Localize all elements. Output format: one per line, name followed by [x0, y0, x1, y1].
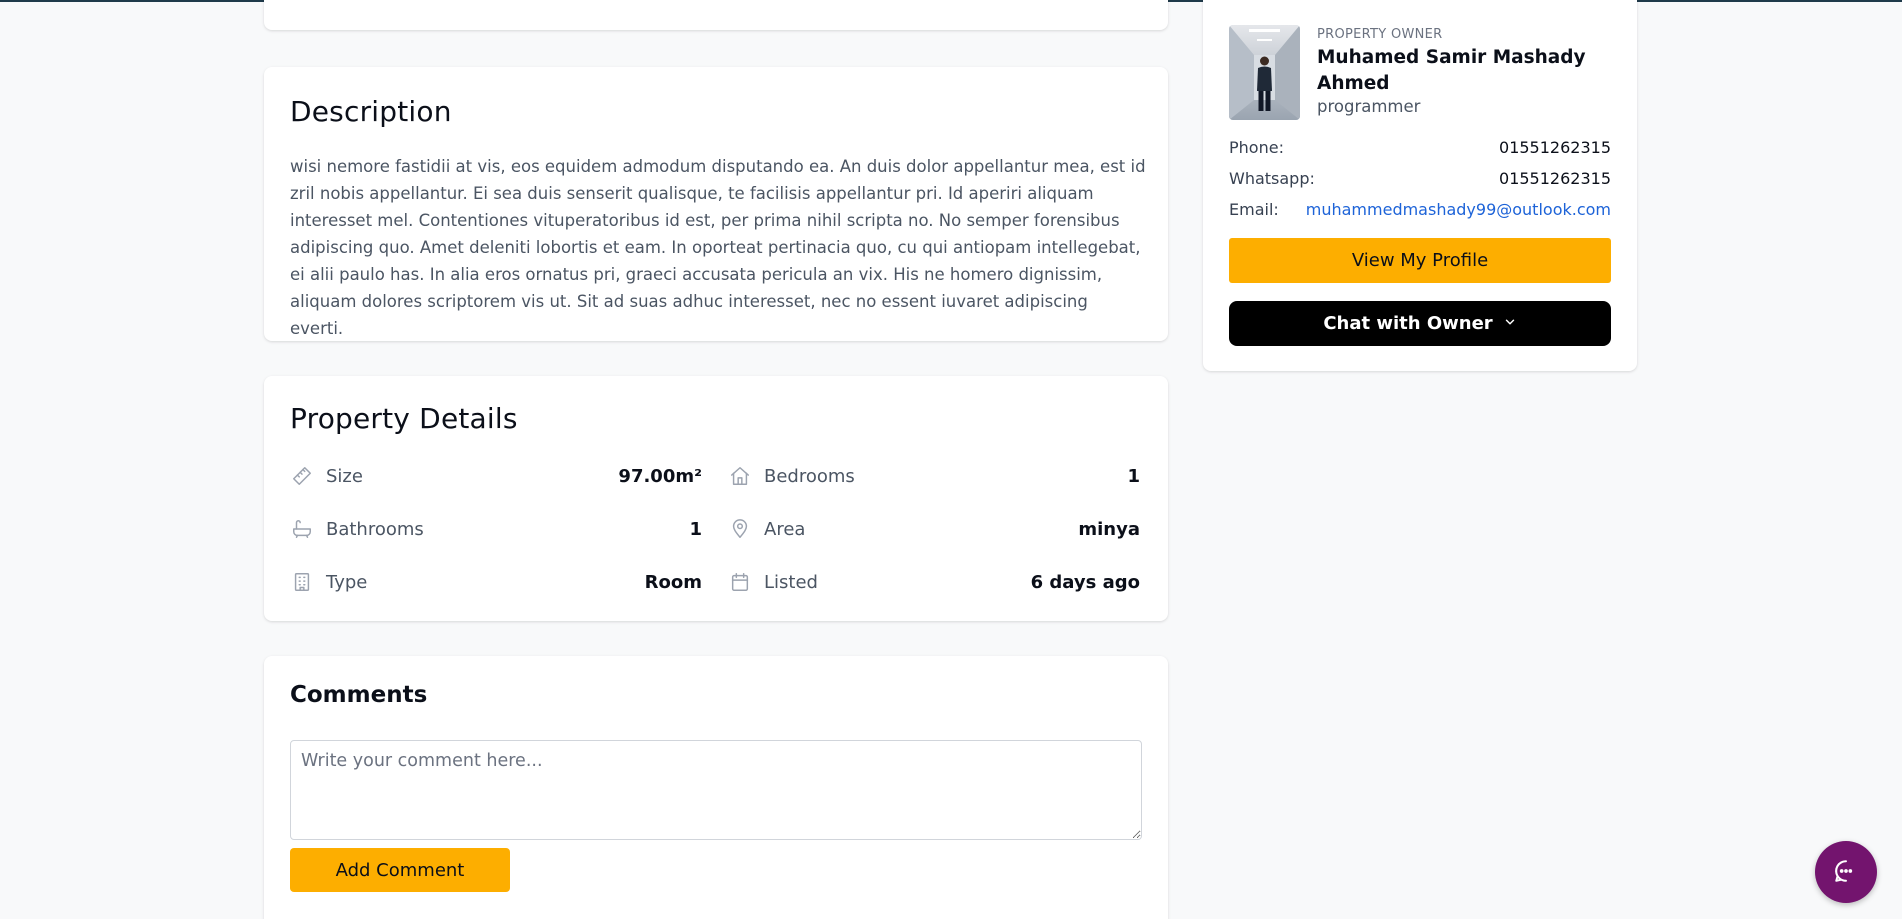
detail-bedrooms: Bedrooms 1 [728, 461, 1140, 491]
chat-button-label: Chat with Owner [1323, 313, 1493, 334]
description-title: Description [290, 95, 452, 128]
email-label: Email: [1229, 200, 1279, 219]
contact-email: Email: muhammedmashady99@outlook.com [1229, 200, 1611, 219]
detail-value: Room [644, 571, 702, 593]
calendar-icon [728, 570, 752, 594]
detail-value: 6 days ago [1030, 571, 1140, 593]
detail-value: minya [1078, 518, 1140, 540]
detail-listed: Listed 6 days ago [728, 567, 1140, 597]
ruler-icon [290, 464, 314, 488]
add-comment-button[interactable]: Add Comment [290, 848, 510, 892]
comments-title: Comments [290, 682, 428, 708]
phone-value: 01551262315 [1499, 138, 1611, 157]
email-link[interactable]: muhammedmashady99@outlook.com [1306, 200, 1611, 219]
gallery-card [264, 0, 1168, 30]
detail-type: Type Room [290, 567, 702, 597]
description-text: wisi nemore fastidii at vis, eos equidem… [290, 157, 1146, 338]
whatsapp-label: Whatsapp: [1229, 169, 1315, 188]
detail-size: Size 97.00m² [290, 461, 702, 491]
detail-area: Area minya [728, 514, 1140, 544]
chevron-down-icon [1503, 313, 1517, 334]
detail-label: Area [764, 518, 806, 540]
owner-avatar[interactable] [1229, 25, 1300, 120]
property-details-card: Property Details Size 97.00m² Bedrooms 1… [264, 376, 1168, 621]
detail-label: Type [326, 571, 368, 593]
detail-value: 97.00m² [618, 465, 702, 487]
location-pin-icon [728, 517, 752, 541]
detail-value: 1 [689, 518, 702, 540]
chat-with-owner-button[interactable]: Chat with Owner [1229, 301, 1611, 346]
detail-label: Bathrooms [326, 518, 424, 540]
view-profile-button[interactable]: View My Profile [1229, 238, 1611, 283]
description-card: Description wisi nemore fastidii at vis,… [264, 67, 1168, 341]
detail-value: 1 [1127, 465, 1140, 487]
chat-bubble-icon [1833, 858, 1859, 887]
building-icon [290, 570, 314, 594]
owner-eyebrow: PROPERTY OWNER [1317, 27, 1443, 42]
bathtub-icon [290, 517, 314, 541]
contact-phone: Phone: 01551262315 [1229, 138, 1611, 157]
detail-label: Size [326, 465, 363, 487]
chat-fab-button[interactable] [1815, 841, 1877, 903]
detail-label: Listed [764, 571, 818, 593]
detail-label: Bedrooms [764, 465, 855, 487]
comments-card: Comments Add Comment [264, 656, 1168, 919]
owner-name: Muhamed Samir Mashady Ahmed [1317, 47, 1586, 94]
phone-label: Phone: [1229, 138, 1284, 157]
comment-input[interactable] [290, 740, 1142, 840]
owner-role: programmer [1317, 97, 1421, 116]
owner-card: PROPERTY OWNER Muhamed Samir Mashady Ahm… [1203, 0, 1637, 371]
contact-whatsapp: Whatsapp: 01551262315 [1229, 169, 1611, 188]
property-details-title: Property Details [290, 402, 518, 435]
detail-bathrooms: Bathrooms 1 [290, 514, 702, 544]
home-icon [728, 464, 752, 488]
whatsapp-value: 01551262315 [1499, 169, 1611, 188]
